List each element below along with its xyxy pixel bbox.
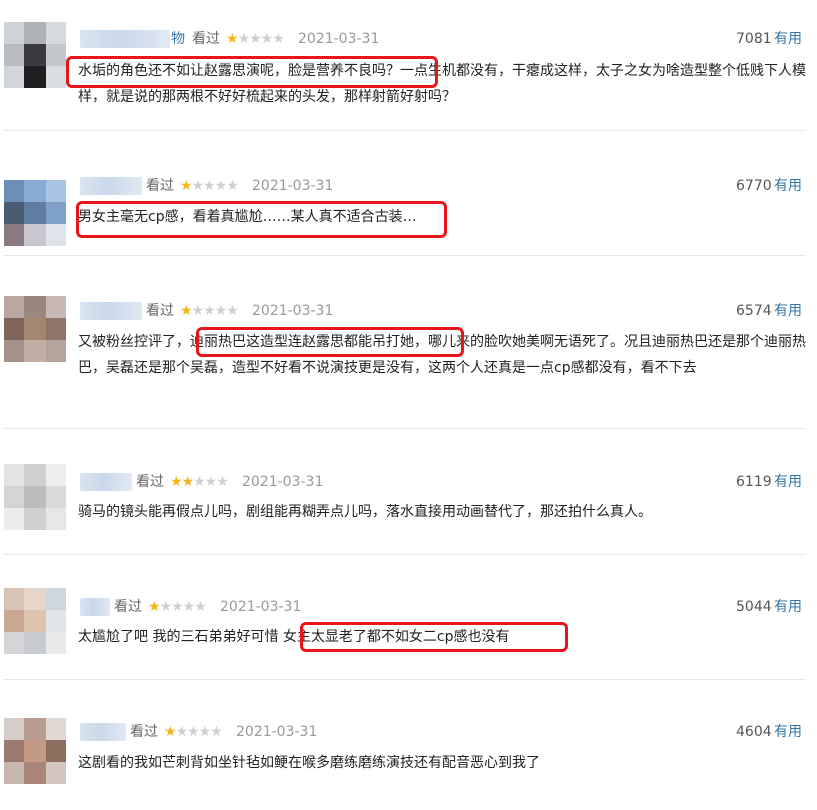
highlight-box xyxy=(300,622,568,652)
review-text: 这剧看的我如芒刺背如坐针毡如鲠在喉多磨练磨练演技还有配音恶心到我了 xyxy=(78,755,540,771)
review-list: 物 看过 ★★★★★ 2021-03-31 7081 有用 水垢的角色还不如让赵… xyxy=(0,0,817,810)
useful-button[interactable]: 有用 xyxy=(774,30,802,48)
username[interactable] xyxy=(80,177,142,195)
review-item: 看过 ★★★★★ 2021-03-31 6574 有用 又被粉丝控评了，迪丽热巴… xyxy=(0,256,817,428)
highlight-box xyxy=(76,201,447,238)
username[interactable] xyxy=(80,473,132,491)
avatar[interactable] xyxy=(4,464,66,530)
review-date: 2021-03-31 xyxy=(220,599,302,615)
review-date: 2021-03-31 xyxy=(298,31,380,47)
highlight-box xyxy=(66,56,438,88)
avatar[interactable] xyxy=(4,718,66,784)
username[interactable] xyxy=(80,598,110,616)
watched-status: 看过 xyxy=(192,31,220,47)
useful-count: 4604 xyxy=(736,724,772,740)
rating-stars: ★★★★★ xyxy=(164,724,223,740)
review-item: 物 看过 ★★★★★ 2021-03-31 7081 有用 水垢的角色还不如让赵… xyxy=(0,0,817,130)
avatar[interactable] xyxy=(4,180,66,246)
username[interactable] xyxy=(80,30,170,48)
rating-stars: ★★★★★ xyxy=(180,178,239,194)
review-item: 看过 ★★★★★ 2021-03-31 4604 有用 这剧看的我如芒刺背如坐针… xyxy=(0,680,817,810)
rating-stars: ★★★★★ xyxy=(170,474,229,490)
review-text: 骑马的镜头能再假点儿吗，剧组能再糊弄点儿吗，落水直接用动画替代了，那还拍什么真人… xyxy=(78,504,652,520)
useful-count: 7081 xyxy=(736,31,772,47)
useful-button[interactable]: 有用 xyxy=(774,598,802,616)
useful-count: 6770 xyxy=(736,178,772,194)
useful-count: 6119 xyxy=(736,474,772,490)
review-item: 看过 ★★★★★ 2021-03-31 6119 有用 骑马的镜头能再假点儿吗，… xyxy=(0,429,817,554)
watched-status: 看过 xyxy=(146,303,174,319)
watched-status: 看过 xyxy=(130,724,158,740)
rating-stars: ★★★★★ xyxy=(148,599,207,615)
review-date: 2021-03-31 xyxy=(252,303,334,319)
avatar[interactable] xyxy=(4,296,66,362)
review-date: 2021-03-31 xyxy=(252,178,334,194)
highlight-box xyxy=(196,327,464,357)
review-item: 看过 ★★★★★ 2021-03-31 5044 有用 太尴尬了吧 我的三石弟弟… xyxy=(0,555,817,679)
review-item: 看过 ★★★★★ 2021-03-31 6770 有用 男女主毫无cp感，看着真… xyxy=(0,131,817,255)
watched-status: 看过 xyxy=(146,178,174,194)
useful-button[interactable]: 有用 xyxy=(774,723,802,741)
useful-count: 5044 xyxy=(736,599,772,615)
rating-stars: ★★★★★ xyxy=(180,303,239,319)
useful-count: 6574 xyxy=(736,303,772,319)
username[interactable] xyxy=(80,723,126,741)
username-suffix[interactable]: 物 xyxy=(171,30,185,48)
watched-status: 看过 xyxy=(114,599,142,615)
rating-stars: ★★★★★ xyxy=(226,31,285,47)
useful-button[interactable]: 有用 xyxy=(774,302,802,320)
review-date: 2021-03-31 xyxy=(236,724,318,740)
avatar[interactable] xyxy=(4,588,66,654)
watched-status: 看过 xyxy=(136,474,164,490)
avatar[interactable] xyxy=(4,22,66,88)
useful-button[interactable]: 有用 xyxy=(774,177,802,195)
username[interactable] xyxy=(80,302,142,320)
review-date: 2021-03-31 xyxy=(242,474,324,490)
useful-button[interactable]: 有用 xyxy=(774,473,802,491)
